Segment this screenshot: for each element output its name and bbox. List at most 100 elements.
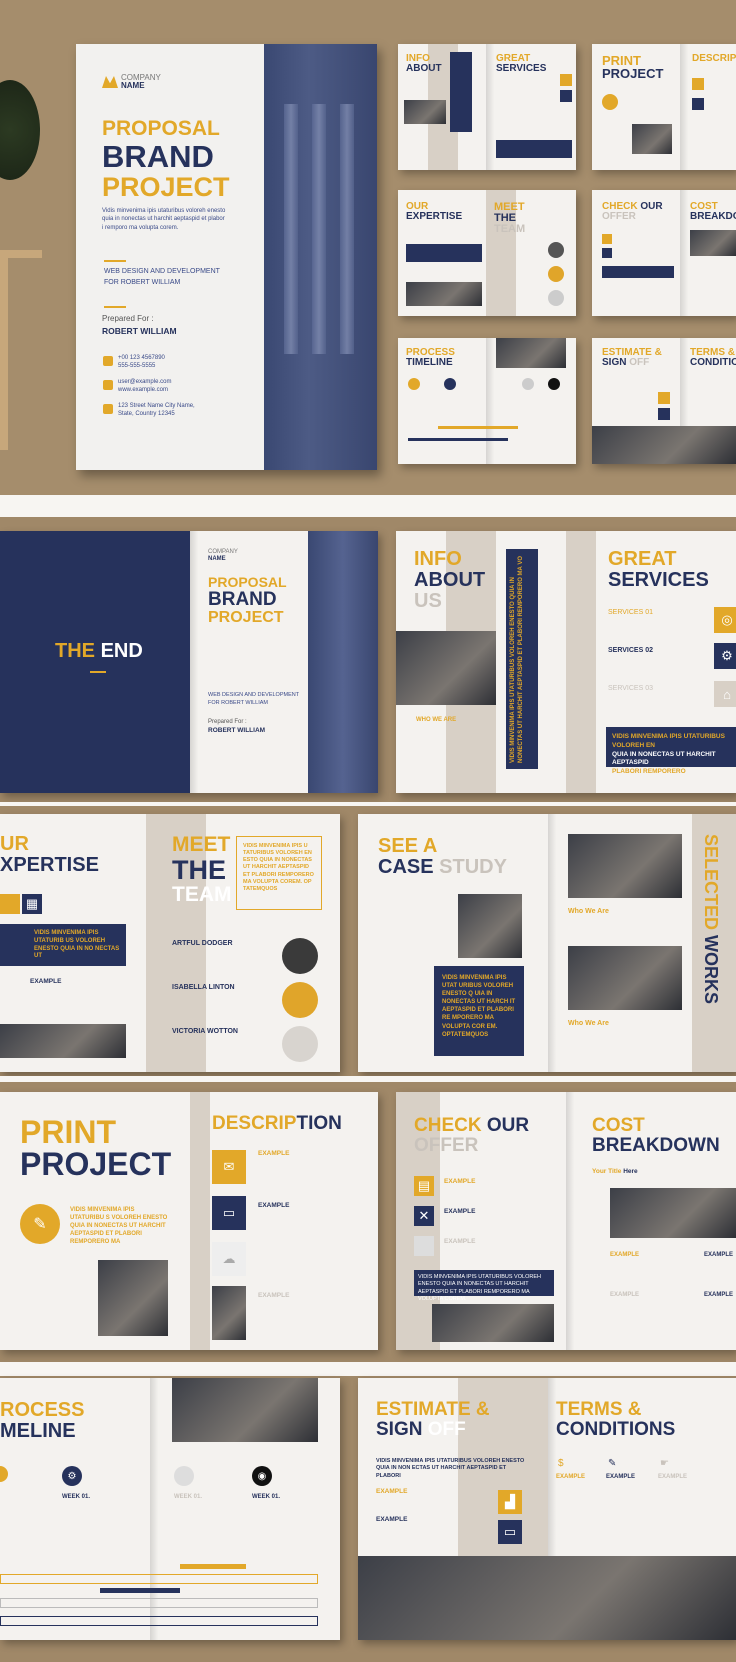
ruler-decoration <box>0 250 42 450</box>
description-example-2: EXAMPLE <box>258 1202 290 1209</box>
terms-example-2: EXAMPLE <box>606 1474 636 1480</box>
offer-icon-1: ▤ <box>414 1176 434 1196</box>
end-title-1: PROPOSAL <box>208 574 287 590</box>
week-1: WEEK 01. <box>62 1494 91 1500</box>
end-prepared-label: Prepared For : <box>208 719 247 725</box>
services-title: SERVICES <box>608 569 709 591</box>
expertise-icon-1 <box>0 894 20 914</box>
team-photo <box>358 1556 736 1640</box>
service-2: SERVICES 02 <box>608 647 654 654</box>
section-expertise-case: UR XPERTISE ▦ VIDIS MINVENIMA IPIS UTATUR… <box>0 806 736 1076</box>
address-2: State, Country 12345 <box>118 411 175 418</box>
print-title: PRINT <box>20 1114 116 1150</box>
off-title: OFF <box>427 1418 466 1440</box>
email-2: www.example.com <box>118 387 169 394</box>
team-title: TEAM <box>172 883 232 907</box>
address-1: 123 Street Name City Name, <box>118 403 195 409</box>
spread-print-description: PRINT PROJECT ✎ VIDIS MINVENIMA IPIS UTAT… <box>0 1092 378 1350</box>
hero-section: COMPANY NAME PROPOSAL BRAND PROJECT Vidis… <box>0 0 736 495</box>
case-box: VIDIS MINVENIMA IPIS UTAT URIBUS VOLOREH… <box>434 966 524 1056</box>
service-3: SERVICES 03 <box>608 685 654 692</box>
description-example-1: EXAMPLE <box>258 1150 290 1157</box>
description-title-2: TION <box>296 1113 342 1134</box>
clipboard-icon: ✎ <box>20 1204 60 1244</box>
sign-title: SIGN <box>376 1418 423 1440</box>
selected-title: SELECTED <box>701 834 721 931</box>
info-title: INFO <box>414 548 462 570</box>
thumb-title-breakdown: BREAKDOW <box>690 211 736 222</box>
timeline-title: MELINE <box>0 1420 76 1442</box>
gantt-bar-2 <box>100 1588 180 1593</box>
thumb-title-timeline: TIMELINE <box>406 357 453 368</box>
cost-example-1: EXAMPLE <box>610 1252 640 1258</box>
end-sub-2: FOR ROBERT WILLIAM <box>208 700 269 707</box>
gold-rule-2 <box>104 306 126 308</box>
member-3-avatar <box>282 1026 318 1062</box>
gantt-bar-1 <box>180 1564 246 1569</box>
us-title: US <box>414 590 442 612</box>
gantt-row-3 <box>0 1616 318 1626</box>
spread-expertise-team: UR XPERTISE ▦ VIDIS MINVENIMA IPIS UTATUR… <box>0 814 340 1072</box>
timeline-gear-icon: ⚙ <box>62 1466 82 1486</box>
offer-box: VIDIS MINVENIMA IPIS UTATURIBUS VOLOREH … <box>414 1270 554 1302</box>
estimate-monitor-icon: ▭ <box>498 1520 522 1544</box>
works-title: WORKS <box>701 935 721 1005</box>
timeline-pin-icon: ◉ <box>252 1466 272 1486</box>
gantt-row-2 <box>0 1598 318 1608</box>
spread-offer-cost: CHECK OUR OFFER ▤ ✕ EXAMPLE EXAMPLE EXAMP… <box>396 1092 736 1350</box>
subtitle-1: WEB DESIGN AND DEVELOPMENT <box>104 268 220 275</box>
end-company-2: NAME <box>208 555 226 562</box>
your-title-here: Here <box>623 1168 638 1175</box>
email-icon <box>103 380 113 390</box>
thumb-title-sign: SIGN <box>602 357 627 368</box>
the-end-the: THE <box>55 640 95 662</box>
cover-page: COMPANY NAME PROPOSAL BRAND PROJECT Vidis… <box>76 44 377 470</box>
prepared-label: Prepared For : <box>102 314 154 323</box>
thumb-title-conditions: CONDITION <box>690 357 736 368</box>
phone-1: +00 123 4567890 <box>118 355 165 361</box>
service-2-icon: ⚙ <box>714 643 736 669</box>
expertise-title: XPERTISE <box>0 854 99 876</box>
location-icon <box>103 404 113 414</box>
member-2-avatar <box>282 982 318 1018</box>
week-3: WEEK 01. <box>252 1494 281 1500</box>
offer-icon-3 <box>414 1236 434 1256</box>
cost-title: COST <box>592 1115 645 1136</box>
company-logo: COMPANY NAME <box>102 74 161 90</box>
cost-example-4: EXAMPLE <box>704 1292 734 1298</box>
member-3-name: VICTORIA WOTTON <box>172 1028 238 1035</box>
thumb-title-services: SERVICES <box>496 63 547 74</box>
phone-2: 555-555-5555 <box>118 363 156 370</box>
intro-line-2: quia in nonectas ut harchit aeptaspid et… <box>102 216 225 223</box>
spread-info-services: INFO ABOUT US WHO WE ARE VIDIS MINVENIMA I… <box>396 531 736 793</box>
offer-example-3: EXAMPLE <box>444 1238 476 1245</box>
breakdown-title: BREAKDOWN <box>592 1134 720 1156</box>
case-who-1: Who We Are <box>568 908 609 915</box>
spread-case-study: SEE A CASE STUDY VIDIS MINVENIMA IPIS UTA… <box>358 814 736 1072</box>
thumb-title-off: OFF <box>629 357 650 368</box>
thumb-offer-cost: CHECK OUROFFER COSTBREAKDOW <box>592 190 736 316</box>
offer-example-1: EXAMPLE <box>444 1178 476 1185</box>
process-title: ROCESS <box>0 1399 85 1421</box>
estimate-title: ESTIMATE & <box>376 1399 490 1420</box>
intro-line-3: i remporo ma volupta corem. <box>102 224 179 231</box>
cost-example-2: EXAMPLE <box>704 1252 734 1258</box>
terms-example-1: EXAMPLE <box>556 1474 586 1480</box>
thumb-title-offer-our: OUR <box>640 201 663 212</box>
check-title: CHECK <box>414 1115 482 1136</box>
thumb-title-expertise: EXPERTISE <box>406 211 463 222</box>
services-box-line-2: QUIA IN NONECTAS UT HARCHIT AEPTASPID <box>612 750 716 767</box>
gold-rule <box>104 260 126 262</box>
description-example-3: EXAMPLE <box>258 1292 290 1299</box>
thumb-title-project: PROJECT <box>602 66 664 81</box>
project-title: PROJECT <box>20 1146 172 1182</box>
thumb-expertise-team: OUR EXPERTISE MEET THE TEAM <box>398 190 576 316</box>
thumb-estimate-terms: ESTIMATE &SIGN OFF TERMS &CONDITION <box>592 338 736 464</box>
estimate-example-1: EXAMPLE <box>376 1488 408 1495</box>
intro-line-1: Vidis minvenima ipis utaturibus voloreh … <box>102 208 226 214</box>
cost-example-3: EXAMPLE <box>610 1292 640 1298</box>
case-title: CASE <box>378 856 434 878</box>
meet-title: MEET <box>172 833 231 856</box>
the-end-end: END <box>100 640 143 662</box>
estimate-intro: VIDIS MINVENIMA IPIS UTATURIBUS VOLOREH … <box>376 1458 525 1479</box>
